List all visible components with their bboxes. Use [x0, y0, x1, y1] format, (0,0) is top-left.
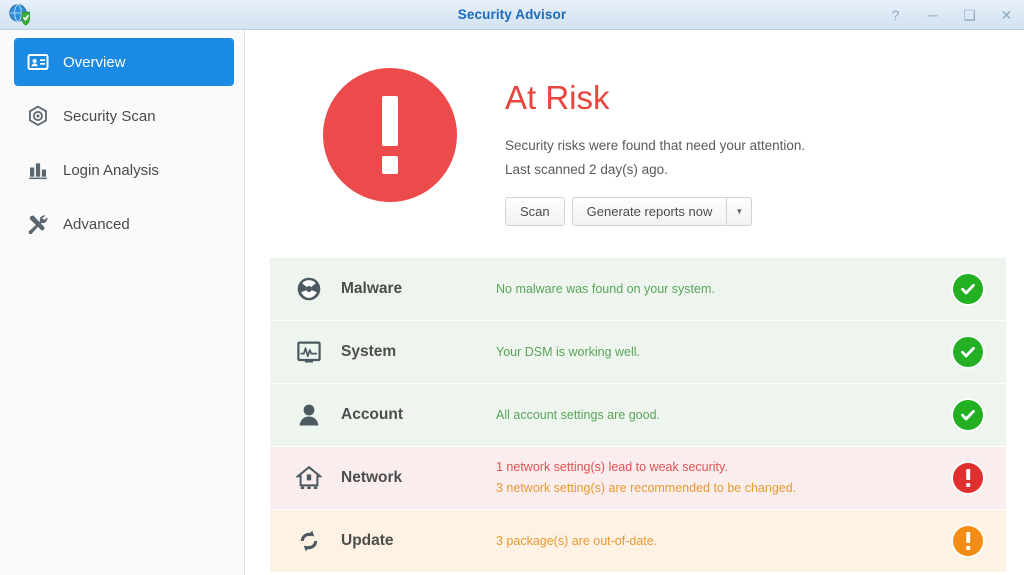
- sidebar-item-label: Login Analysis: [63, 161, 159, 179]
- table-row[interactable]: Network 1 network setting(s) lead to wea…: [270, 446, 1006, 510]
- minimize-icon[interactable]: ─: [925, 8, 940, 23]
- status-badge: [953, 462, 983, 493]
- status-badge: [953, 525, 983, 556]
- maximize-icon[interactable]: ❑: [962, 8, 977, 23]
- bar-chart-icon: [26, 158, 50, 182]
- sidebar-item-label: Security Scan: [63, 107, 156, 125]
- app-body: Overview Security Scan Login Analysis Ad…: [0, 30, 1024, 575]
- row-message: 3 network setting(s) are recommended to …: [496, 480, 797, 495]
- status-badge: [953, 399, 983, 430]
- table-row[interactable]: Malware No malware was found on your sys…: [270, 257, 1006, 321]
- shield-globe-icon: [8, 3, 32, 27]
- row-messages: Your DSM is working well.: [496, 342, 953, 362]
- row-messages: 3 package(s) are out-of-date.: [496, 531, 953, 551]
- tools-icon: [26, 212, 50, 236]
- router-house-icon: [292, 465, 326, 491]
- help-icon[interactable]: ?: [888, 8, 903, 23]
- close-icon[interactable]: ✕: [999, 8, 1014, 23]
- window-titlebar: Security Advisor ? ─ ❑ ✕: [0, 0, 1024, 30]
- sidebar-item-overview[interactable]: Overview: [14, 38, 234, 86]
- row-label: Account: [341, 405, 403, 423]
- row-label: Malware: [341, 279, 403, 297]
- sidebar-item-login-analysis[interactable]: Login Analysis: [14, 146, 234, 194]
- generate-reports-button[interactable]: Generate reports now: [571, 196, 727, 226]
- row-messages: 1 network setting(s) lead to weak securi…: [496, 457, 953, 498]
- sidebar: Overview Security Scan Login Analysis Ad…: [0, 30, 245, 575]
- generate-reports-split-button: Generate reports now ▼: [571, 196, 753, 226]
- sidebar-item-label: Advanced: [63, 215, 130, 233]
- status-list: Malware No malware was found on your sys…: [270, 257, 1006, 573]
- status-badge: [953, 336, 983, 367]
- scan-button[interactable]: Scan: [505, 196, 565, 226]
- radiation-icon: [292, 276, 326, 302]
- row-message: Your DSM is working well.: [496, 344, 641, 359]
- sidebar-item-advanced[interactable]: Advanced: [14, 200, 234, 248]
- id-card-icon: [26, 50, 50, 74]
- monitor-waveform-icon: [292, 339, 326, 365]
- refresh-icon: [292, 528, 326, 554]
- hero-actions: Scan Generate reports now ▼: [505, 196, 805, 226]
- window-title: Security Advisor: [457, 7, 567, 22]
- sidebar-item-security-scan[interactable]: Security Scan: [14, 92, 234, 140]
- hero-text-block: At Risk Security risks were found that n…: [505, 68, 805, 226]
- window-controls: ? ─ ❑ ✕: [888, 0, 1014, 30]
- hero-description-line-1: Security risks were found that need your…: [505, 138, 806, 154]
- row-label: Network: [341, 468, 403, 486]
- target-icon: [26, 104, 50, 128]
- table-row[interactable]: Update 3 package(s) are out-of-date.: [270, 509, 1006, 573]
- table-row[interactable]: Account All account settings are good.: [270, 383, 1006, 447]
- status-badge: [953, 273, 983, 304]
- row-message: All account settings are good.: [496, 407, 660, 422]
- hero-description-line-2: Last scanned 2 day(s) ago.: [505, 161, 668, 177]
- row-label: System: [341, 342, 397, 360]
- row-message: No malware was found on your system.: [496, 281, 715, 296]
- row-messages: No malware was found on your system.: [496, 279, 953, 299]
- exclamation-circle-icon: [323, 68, 457, 202]
- overview-hero: At Risk Security risks were found that n…: [245, 30, 1024, 226]
- user-icon: [292, 402, 326, 428]
- table-row[interactable]: System Your DSM is working well.: [270, 320, 1006, 384]
- row-label: Update: [341, 531, 394, 549]
- row-message: 1 network setting(s) lead to weak securi…: [496, 460, 728, 475]
- row-message: 3 package(s) are out-of-date.: [496, 533, 658, 548]
- main-content: At Risk Security risks were found that n…: [245, 30, 1024, 575]
- row-messages: All account settings are good.: [496, 405, 953, 425]
- chevron-down-icon[interactable]: ▼: [726, 196, 753, 226]
- page-title: At Risk: [505, 79, 610, 116]
- sidebar-item-label: Overview: [63, 53, 126, 71]
